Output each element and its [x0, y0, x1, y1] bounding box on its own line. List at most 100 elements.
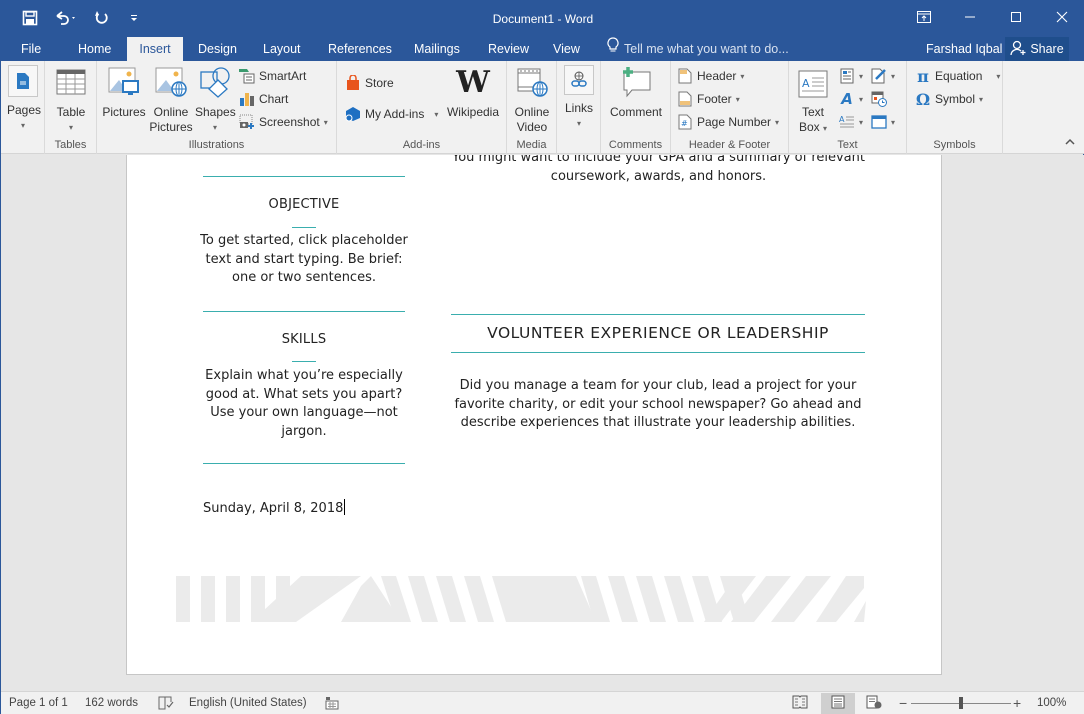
zoom-level[interactable]: 100%	[1037, 692, 1066, 714]
group-pages: Pages ▾	[1, 61, 45, 154]
group-label-illustrations: Illustrations	[188, 139, 245, 151]
links-icon	[564, 65, 594, 95]
date-field[interactable]: Sunday, April 8, 2018	[203, 499, 346, 519]
maximize-icon[interactable]	[993, 1, 1039, 33]
svg-text:A: A	[839, 115, 845, 124]
group-addins: Store My Add-ins ▾ W Wikipedia Add-ins	[337, 61, 507, 154]
group-symbols: π Equation ▾ Ω Symbol ▾ Symbols	[907, 61, 1003, 154]
symbol-label: Symbol	[935, 92, 976, 106]
read-mode-button[interactable]	[783, 693, 817, 714]
footer-button[interactable]: Footer ▾	[677, 89, 740, 109]
text-line: text and start typing. Be brief:	[205, 251, 403, 267]
share-button[interactable]: Share	[1005, 37, 1069, 61]
tab-mailings[interactable]: Mailings	[404, 37, 470, 61]
tab-home[interactable]: Home	[68, 37, 121, 61]
tab-design[interactable]: Design	[188, 37, 247, 61]
pages-button[interactable]: Pages ▾	[7, 65, 41, 133]
table-button[interactable]: Table ▾	[53, 65, 89, 135]
tab-references[interactable]: References	[318, 37, 402, 61]
group-label-symbols: Symbols	[933, 139, 976, 151]
store-button[interactable]: Store	[345, 73, 394, 93]
tab-review[interactable]: Review	[478, 37, 539, 61]
title-bar: Document1 - Word	[1, 1, 1084, 37]
insert-object-button[interactable]: ▾	[871, 112, 895, 132]
comment-button[interactable]: Comment	[605, 65, 667, 120]
text-line: coursework, awards, and honors.	[550, 168, 767, 184]
signature-line-button[interactable]: ▾	[871, 66, 895, 86]
chart-button[interactable]: Chart	[239, 89, 288, 109]
online-pictures-button[interactable]: Online Pictures	[149, 65, 193, 135]
tell-me-placeholder: Tell me what you want to do...	[624, 42, 789, 56]
equation-button[interactable]: π Equation ▾	[915, 66, 1000, 86]
online-video-button[interactable]: Online Video	[511, 65, 553, 135]
minimize-icon[interactable]	[947, 1, 993, 33]
macro-recording-icon[interactable]	[325, 696, 339, 712]
group-media: Online Video Media	[507, 61, 557, 154]
volunteer-heading[interactable]: VOLUNTEER EXPERIENCE OR LEADERSHIP	[451, 324, 865, 342]
tell-me-box[interactable]: Tell me what you want to do...	[607, 37, 789, 61]
screenshot-button[interactable]: Screenshot ▾	[239, 112, 328, 132]
zoom-slider-thumb[interactable]	[959, 697, 963, 709]
heading-accent-rule	[292, 227, 316, 228]
symbol-button[interactable]: Ω Symbol ▾	[915, 89, 983, 109]
tab-file[interactable]: File	[11, 37, 51, 61]
skills-text[interactable]: Explain what you’re especially good at. …	[193, 367, 415, 441]
education-description[interactable]: You might want to include your GPA and a…	[451, 155, 866, 186]
smartart-button[interactable]: SmartArt	[239, 66, 306, 86]
drop-cap-button[interactable]: A ▾	[839, 112, 863, 132]
divider-rule	[203, 311, 405, 312]
language[interactable]: English (United States)	[189, 692, 307, 714]
ribbon-display-options-icon[interactable]	[901, 1, 947, 33]
user-name[interactable]: Farshad Iqbal	[926, 37, 1002, 61]
my-addins-button[interactable]: My Add-ins ▾	[345, 104, 438, 124]
tab-layout[interactable]: Layout	[253, 37, 311, 61]
comment-icon	[619, 65, 653, 99]
pictures-button[interactable]: Pictures	[102, 65, 146, 120]
text-box-label-1: Text	[801, 105, 824, 119]
group-links: Links ▾	[557, 61, 601, 154]
word-count[interactable]: 162 words	[85, 692, 138, 714]
group-illustrations: Pictures Online Pictures Shapes ▾ SmartA…	[97, 61, 337, 154]
objective-text[interactable]: To get started, click placeholder text a…	[193, 232, 415, 288]
page-count[interactable]: Page 1 of 1	[9, 692, 68, 714]
text-line: jargon.	[281, 423, 327, 439]
smartart-label: SmartArt	[259, 69, 307, 83]
store-label: Store	[365, 76, 394, 90]
web-layout-button[interactable]	[857, 693, 891, 714]
text-line: favorite charity, or edit your school ne…	[454, 396, 862, 412]
screenshot-icon	[239, 114, 255, 130]
wikipedia-button[interactable]: W Wikipedia	[445, 65, 501, 120]
header-icon	[677, 68, 693, 84]
shapes-label: Shapes	[195, 105, 236, 119]
document-page[interactable]: You might want to include your GPA and a…	[126, 155, 942, 675]
proofing-icon[interactable]	[158, 696, 174, 712]
footer-label: Footer	[697, 92, 732, 106]
skills-heading[interactable]: SKILLS	[203, 332, 405, 347]
collapse-ribbon-icon[interactable]	[1065, 138, 1075, 149]
divider-rule	[203, 176, 405, 177]
group-label-header-footer: Header & Footer	[688, 139, 771, 151]
wordart-button[interactable]: A ▾	[839, 89, 863, 109]
objective-heading[interactable]: OBJECTIVE	[203, 197, 405, 212]
quick-parts-button[interactable]: ▾	[839, 66, 863, 86]
shapes-icon	[198, 65, 232, 99]
chevron-down-icon: ▾	[735, 94, 740, 104]
print-layout-button[interactable]	[821, 693, 855, 714]
group-label-media: Media	[516, 139, 547, 151]
shapes-button[interactable]: Shapes ▾	[195, 65, 236, 135]
text-box-button[interactable]: A Text Box ▾	[795, 67, 831, 136]
chevron-down-icon: ▾	[979, 94, 984, 104]
volunteer-text[interactable]: Did you manage a team for your club, lea…	[451, 377, 865, 433]
zoom-in-button[interactable]: +	[1013, 692, 1021, 714]
page-number-button[interactable]: # Page Number ▾	[677, 112, 779, 132]
group-label-text: Text	[837, 139, 858, 151]
chevron-down-icon: ▾	[434, 109, 439, 119]
chevron-down-icon: ▾	[859, 71, 864, 81]
zoom-out-button[interactable]: −	[899, 692, 907, 714]
header-button[interactable]: Header ▾	[677, 66, 744, 86]
tab-insert[interactable]: Insert	[127, 37, 183, 61]
date-time-button[interactable]	[871, 89, 887, 109]
tab-view[interactable]: View	[543, 37, 590, 61]
close-icon[interactable]	[1039, 1, 1084, 33]
links-button[interactable]: Links ▾	[562, 65, 596, 131]
